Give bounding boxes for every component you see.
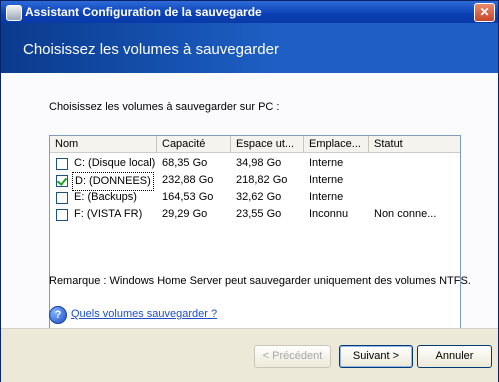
volume-location: Interne [309, 191, 344, 203]
volume-name: E: (Backups) [74, 191, 137, 203]
header-banner: Choisissez les volumes à sauvegarder [1, 23, 498, 73]
wizard-window: Assistant Configuration de la sauvegarde… [0, 0, 499, 382]
volume-used-space: 34,98 Go [236, 157, 282, 169]
volume-list[interactable]: Nom Capacité Espace ut... Emplace... Sta… [49, 135, 461, 334]
previous-button[interactable]: < Précédent [254, 345, 331, 368]
list-header: Nom Capacité Espace ut... Emplace... Sta… [50, 136, 460, 153]
volume-capacity: 68,35 Go [162, 157, 208, 169]
volume-location: Inconnu [309, 208, 349, 220]
volume-used-space: 218,82 Go [236, 174, 288, 186]
app-icon [6, 5, 22, 21]
volume-capacity: 29,29 Go [162, 208, 208, 220]
volume-status: Non conne... [374, 208, 437, 220]
list-item[interactable]: E: (Backups) 164,53 Go 32,62 Go Interne [50, 189, 460, 206]
volume-name: C: (Disque local) [74, 157, 156, 169]
button-bar: < Précédent Suivant > Annuler [1, 328, 498, 382]
column-header-used-space[interactable]: Espace ut... [231, 136, 304, 152]
column-header-status[interactable]: Statut [369, 136, 464, 152]
list-item[interactable]: D: (DONNEES) 232,88 Go 218,82 Go Interne [50, 172, 460, 191]
volume-location: Interne [309, 157, 344, 169]
column-header-name[interactable]: Nom [50, 136, 157, 152]
volume-checkbox[interactable] [56, 158, 68, 170]
close-button[interactable]: ✕ [474, 3, 495, 22]
list-item[interactable]: C: (Disque local) 68,35 Go 34,98 Go Inte… [50, 155, 460, 172]
page-title: Choisissez les volumes à sauvegarder [23, 41, 279, 58]
volume-checkbox[interactable] [56, 209, 68, 221]
help-icon[interactable]: ? [49, 306, 67, 324]
title-bar: Assistant Configuration de la sauvegarde… [1, 1, 498, 23]
ntfs-note: Remarque : Windows Home Server peut sauv… [49, 275, 471, 287]
column-header-location[interactable]: Emplace... [304, 136, 369, 152]
volume-used-space: 23,55 Go [236, 208, 282, 220]
cancel-button[interactable]: Annuler [417, 345, 492, 368]
window-title: Assistant Configuration de la sauvegarde [25, 5, 262, 19]
volume-used-space: 32,62 Go [236, 191, 282, 203]
volume-capacity: 164,53 Go [162, 191, 214, 203]
column-header-capacity[interactable]: Capacité [157, 136, 231, 152]
next-button[interactable]: Suivant > [339, 345, 413, 368]
help-link[interactable]: Quels volumes sauvegarder ? [71, 308, 217, 320]
list-item[interactable]: F: (VISTA FR) 29,29 Go 23,55 Go Inconnu … [50, 206, 460, 223]
volume-checkbox[interactable] [56, 175, 68, 187]
volume-capacity: 232,88 Go [162, 174, 214, 186]
volume-name: F: (VISTA FR) [74, 208, 143, 220]
volume-checkbox[interactable] [56, 192, 68, 204]
instruction-text: Choisissez les volumes à sauvegarder sur… [49, 101, 280, 113]
volume-location: Interne [309, 174, 344, 186]
content-area: Choisissez les volumes à sauvegarder sur… [1, 73, 498, 334]
